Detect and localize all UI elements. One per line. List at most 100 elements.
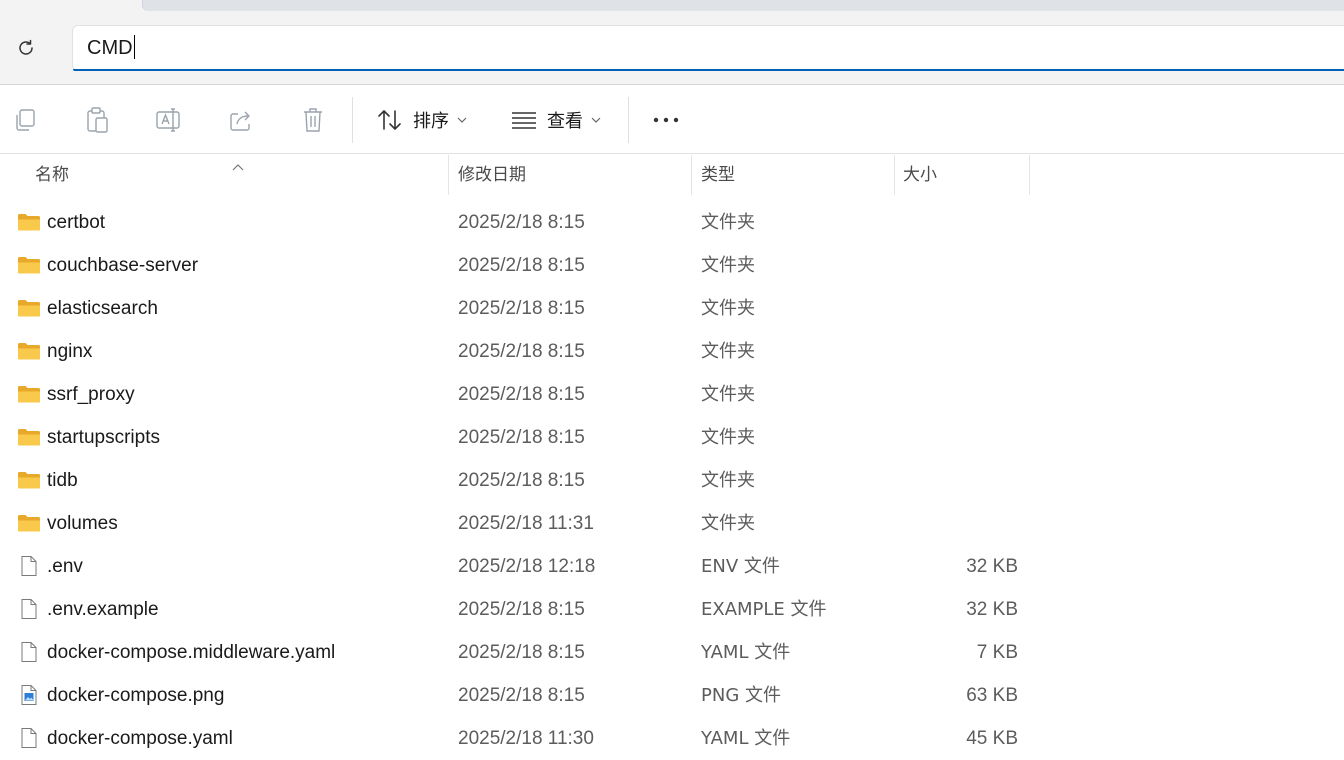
file-name: docker-compose.png	[47, 685, 225, 706]
folder-icon	[18, 429, 40, 446]
file-size: 7 KB	[976, 642, 1018, 663]
column-resize-handle[interactable]	[1029, 155, 1030, 195]
folder-icon	[18, 257, 40, 274]
address-input[interactable]: CMD	[87, 35, 135, 61]
folder-icon	[18, 472, 40, 489]
address-area: CMD	[0, 0, 1344, 84]
view-list-icon	[512, 112, 536, 129]
view-label: 查看	[547, 111, 583, 132]
file-row[interactable]: elasticsearch 2025/2/18 8:15 文件夹	[0, 287, 1030, 330]
file-modified: 2025/2/18 8:15	[458, 685, 585, 706]
column-header-name-label: 名称	[35, 165, 69, 185]
file-type: YAML 文件	[701, 642, 791, 663]
folder-icon	[18, 343, 40, 360]
file-modified: 2025/2/18 12:18	[458, 556, 596, 577]
share-icon	[230, 111, 250, 131]
file-type: EXAMPLE 文件	[701, 599, 827, 620]
view-button[interactable]: 查看	[511, 103, 601, 137]
column-header-modified[interactable]: 修改日期	[449, 155, 691, 195]
file-modified: 2025/2/18 8:15	[458, 212, 585, 233]
file-name: nginx	[47, 341, 93, 362]
file-size: 32 KB	[966, 599, 1018, 620]
file-type: 文件夹	[701, 298, 755, 319]
file-modified: 2025/2/18 11:31	[458, 513, 594, 534]
file-modified: 2025/2/18 8:15	[458, 298, 585, 319]
file-row[interactable]: volumes 2025/2/18 11:31 文件夹	[0, 502, 1030, 545]
column-header-size-label: 大小	[903, 165, 937, 185]
file-row[interactable]: couchbase-server 2025/2/18 8:15 文件夹	[0, 244, 1030, 287]
file-type: 文件夹	[701, 470, 755, 491]
folder-icon	[18, 386, 40, 403]
rename-button[interactable]	[155, 105, 183, 135]
refresh-button[interactable]	[12, 34, 40, 62]
column-header-type[interactable]: 类型	[692, 155, 894, 195]
file-name: docker-compose.yaml	[47, 728, 233, 749]
file-name: ssrf_proxy	[47, 384, 135, 405]
file-row[interactable]: startupscripts 2025/2/18 8:15 文件夹	[0, 416, 1030, 459]
copy-button[interactable]	[11, 105, 39, 135]
sort-icon	[378, 110, 401, 130]
file-name: couchbase-server	[47, 255, 199, 276]
file-size: 63 KB	[966, 685, 1018, 706]
file-name: .env.example	[47, 599, 159, 620]
file-row[interactable]: nginx 2025/2/18 8:15 文件夹	[0, 330, 1030, 373]
folder-icon	[18, 214, 40, 231]
file-size: 45 KB	[966, 728, 1018, 749]
file-icon	[21, 599, 37, 619]
file-row[interactable]: docker-compose.middleware.yaml 2025/2/18…	[0, 631, 1030, 674]
file-modified: 2025/2/18 8:15	[458, 470, 585, 491]
column-header-name[interactable]: 名称	[0, 155, 448, 195]
file-icon	[21, 728, 37, 748]
file-name: volumes	[47, 513, 118, 534]
file-type: 文件夹	[701, 255, 755, 276]
file-row[interactable]: docker-compose.png 2025/2/18 8:15 PNG 文件…	[0, 674, 1030, 717]
address-bar[interactable]: CMD	[72, 25, 1344, 71]
file-row[interactable]: .env.example 2025/2/18 8:15 EXAMPLE 文件 3…	[0, 588, 1030, 631]
toolbar-separator	[352, 97, 353, 143]
file-type: 文件夹	[701, 384, 755, 405]
more-icon	[653, 117, 679, 123]
file-type: 文件夹	[701, 427, 755, 448]
image-file-icon	[21, 685, 37, 705]
delete-button[interactable]	[299, 105, 327, 135]
file-type: ENV 文件	[701, 556, 780, 577]
file-name: .env	[47, 556, 83, 577]
file-modified: 2025/2/18 8:15	[458, 384, 585, 405]
file-type: 文件夹	[701, 341, 755, 362]
column-header-size[interactable]: 大小	[895, 155, 1029, 195]
file-modified: 2025/2/18 8:15	[458, 642, 585, 663]
command-bar: 排序 查看	[0, 85, 1344, 154]
address-text: CMD	[87, 37, 133, 59]
file-name: tidb	[47, 470, 78, 491]
file-row[interactable]: docker-compose.yaml 2025/2/18 11:30 YAML…	[0, 717, 1030, 760]
file-modified: 2025/2/18 8:15	[458, 599, 585, 620]
file-modified: 2025/2/18 8:15	[458, 341, 585, 362]
file-name: elasticsearch	[47, 298, 158, 319]
file-type: 文件夹	[701, 212, 755, 233]
file-row[interactable]: certbot 2025/2/18 8:15 文件夹	[0, 201, 1030, 244]
column-header-type-label: 类型	[701, 165, 735, 185]
file-row[interactable]: .env 2025/2/18 12:18 ENV 文件 32 KB	[0, 545, 1030, 588]
file-modified: 2025/2/18 11:30	[458, 728, 594, 749]
toolbar-separator	[628, 97, 629, 143]
file-name: docker-compose.middleware.yaml	[47, 642, 336, 663]
file-modified: 2025/2/18 8:15	[458, 255, 585, 276]
more-options-button[interactable]	[652, 103, 680, 137]
chevron-down-icon	[591, 116, 601, 124]
file-row[interactable]: ssrf_proxy 2025/2/18 8:15 文件夹	[0, 373, 1030, 416]
file-name: certbot	[47, 212, 106, 233]
refresh-icon	[19, 39, 33, 55]
share-button[interactable]	[227, 105, 255, 135]
file-type: PNG 文件	[701, 685, 781, 706]
paste-button[interactable]	[83, 105, 111, 135]
file-row[interactable]: tidb 2025/2/18 8:15 文件夹	[0, 459, 1030, 502]
file-icon	[21, 556, 37, 576]
folder-icon	[18, 300, 40, 317]
file-name: startupscripts	[47, 427, 160, 448]
folder-icon	[18, 515, 40, 532]
chevron-down-icon	[457, 116, 467, 124]
sort-button[interactable]: 排序	[377, 103, 467, 137]
file-type: YAML 文件	[701, 728, 791, 749]
tab-strip	[142, 0, 1344, 11]
sort-label: 排序	[413, 111, 449, 132]
